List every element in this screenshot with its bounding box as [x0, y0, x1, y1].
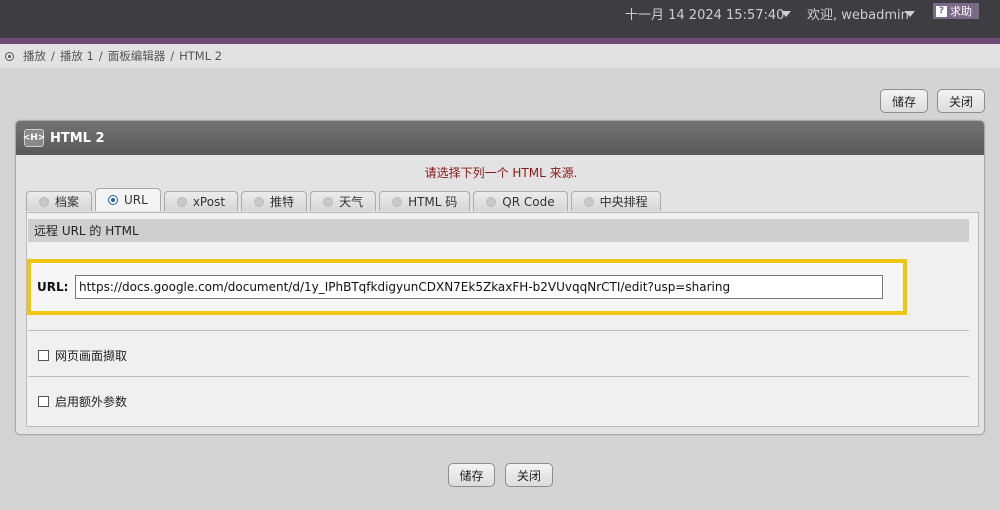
help-question-icon: ? [936, 5, 947, 17]
tab-label: xPost [192, 194, 226, 209]
save-button-bottom[interactable]: 储存 [448, 463, 495, 487]
source-tabs: 档案 URL xPost 推特 天气 HTML 码 QR Code 中央排程 [26, 188, 664, 211]
save-button-top[interactable]: 储存 [880, 89, 928, 113]
extra-params-checkbox[interactable] [38, 396, 49, 407]
tab-label: HTML 码 [408, 195, 458, 209]
datetime-chevron-down-icon[interactable] [779, 7, 793, 21]
radio-icon [323, 196, 334, 207]
datetime-display[interactable]: 十一月 14 2024 15:57:40 [625, 4, 784, 23]
url-label: URL: [37, 280, 69, 294]
radio-icon [254, 196, 265, 207]
tab-weather[interactable]: 天气 [310, 191, 377, 211]
target-icon [5, 51, 14, 61]
tab-qr-code[interactable]: QR Code [473, 191, 568, 211]
url-input[interactable] [75, 275, 883, 299]
tab-label: 档案 [55, 195, 80, 209]
tab-html-code[interactable]: HTML 码 [379, 191, 471, 211]
tab-label: 中央排程 [599, 195, 648, 209]
breadcrumb-item[interactable]: 播放 1 [60, 48, 94, 64]
url-field-row: URL: [27, 259, 907, 315]
tab-url[interactable]: URL [95, 188, 161, 211]
screen-capture-option[interactable]: 网页画面撷取 [38, 347, 127, 364]
breadcrumb-separator: / [51, 49, 55, 63]
breadcrumb-current: HTML 2 [179, 49, 223, 63]
panel-title: HTML 2 [50, 130, 105, 146]
radio-icon [392, 196, 403, 207]
tab-label: QR Code [502, 194, 555, 209]
breadcrumb-item[interactable]: 播放 [23, 48, 46, 64]
help-button[interactable]: ? 求助 [933, 3, 979, 19]
panel-header: <H> HTML 2 [16, 121, 984, 155]
tab-label: 天气 [339, 195, 364, 209]
radio-icon [39, 196, 49, 207]
breadcrumb: 播放 / 播放 1 / 面板编辑器 / HTML 2 [0, 44, 1000, 68]
screen-capture-checkbox[interactable] [38, 350, 49, 361]
breadcrumb-separator: / [98, 49, 103, 63]
breadcrumb-item[interactable]: 面板编辑器 [108, 48, 166, 64]
divider [28, 376, 969, 377]
close-button-bottom[interactable]: 关闭 [505, 463, 553, 487]
tab-central-schedule[interactable]: 中央排程 [570, 191, 661, 211]
html-panel: <H> HTML 2 请选择下列一个 HTML 来源. 档案 URL xPost… [15, 120, 985, 435]
tab-label: 推特 [270, 195, 295, 209]
user-menu[interactable]: 欢迎, webadmin [807, 4, 909, 23]
help-label: 求助 [950, 5, 972, 18]
radio-icon [486, 196, 497, 207]
radio-icon [583, 196, 594, 207]
tab-twitter[interactable]: 推特 [241, 191, 308, 211]
divider [28, 330, 969, 331]
source-notice: 请选择下列一个 HTML 来源. [424, 166, 578, 180]
extra-params-label: 启用额外参数 [55, 395, 128, 409]
extra-params-option[interactable]: 启用额外参数 [38, 393, 127, 410]
screen-capture-label: 网页画面撷取 [55, 349, 128, 363]
section-title: 远程 URL 的 HTML [28, 219, 969, 242]
radio-selected-icon [108, 195, 119, 205]
radio-icon [176, 196, 187, 207]
url-tab-content: 远程 URL 的 HTML URL: 网页画面撷取 启用额外参数 [26, 212, 979, 427]
user-chevron-down-icon[interactable] [903, 7, 917, 21]
close-button-top[interactable]: 关闭 [937, 89, 985, 113]
breadcrumb-separator: / [170, 49, 175, 63]
tab-xpost[interactable]: xPost [163, 191, 239, 211]
tab-label: URL [124, 193, 148, 207]
tab-file[interactable]: 档案 [26, 191, 93, 211]
html-icon: <H> [23, 129, 45, 147]
